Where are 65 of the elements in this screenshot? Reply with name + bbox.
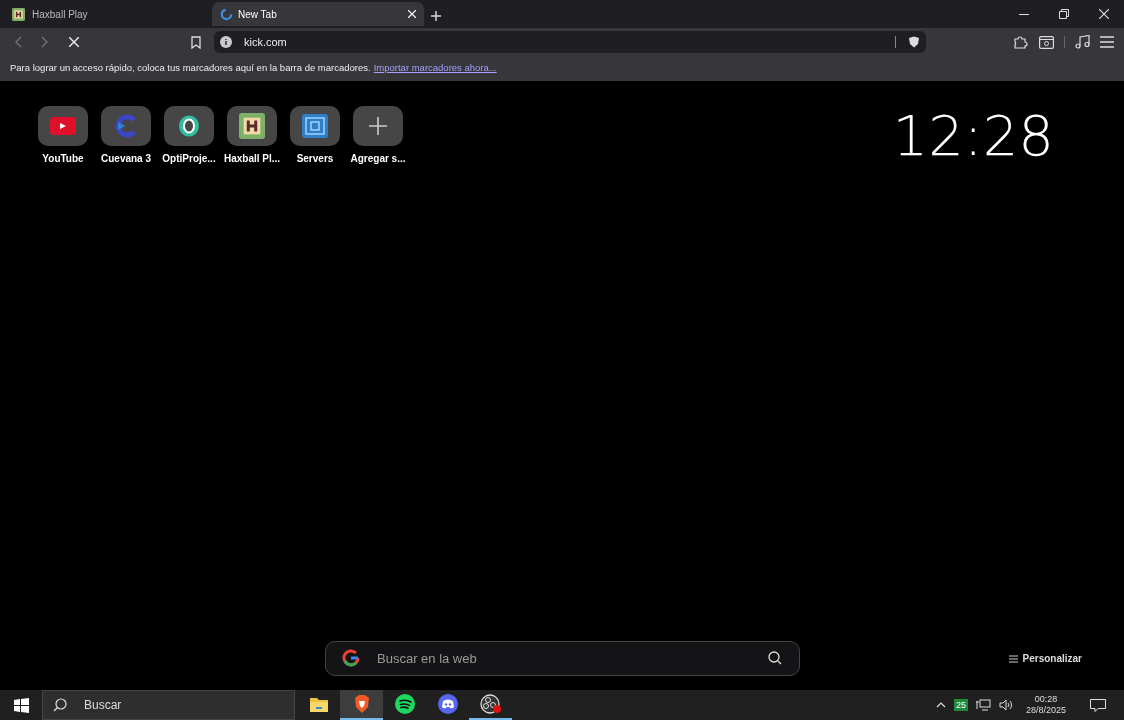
menu-icon[interactable]: [1100, 36, 1114, 48]
spotify-icon: [394, 694, 415, 714]
close-icon: [69, 37, 79, 47]
o-logo-icon: [177, 114, 201, 138]
bookmark-button[interactable]: [188, 34, 204, 50]
search-icon: [53, 698, 67, 712]
stop-button[interactable]: [66, 34, 82, 50]
google-icon: [342, 649, 360, 667]
shortcut-tile[interactable]: [353, 106, 403, 146]
puzzle-icon[interactable]: [1013, 35, 1029, 49]
windows-logo-icon: [13, 697, 29, 713]
clock-time: 00:28: [1034, 694, 1058, 705]
sliders-icon: [1008, 654, 1018, 663]
shortcut-label[interactable]: OptiProje...: [162, 151, 216, 166]
shortcut-label[interactable]: Cuevana 3: [101, 151, 151, 166]
recorder-icon: [479, 694, 502, 714]
address-bar[interactable]: kick.com: [214, 31, 926, 53]
customize-button[interactable]: Personalizar: [1008, 651, 1124, 666]
import-bookmarks-link[interactable]: Importar marcadores ahora...: [373, 61, 497, 76]
close-icon[interactable]: [408, 10, 416, 18]
close-icon: [1099, 9, 1109, 19]
h-logo-icon: [12, 7, 25, 21]
shortcut-label[interactable]: Servers: [296, 151, 334, 166]
shortcut-label[interactable]: Haxball Pl...: [223, 151, 281, 166]
clock: 12:28: [892, 106, 1055, 166]
clock-date: 28/8/2025: [1025, 705, 1066, 716]
shortcut-tile[interactable]: [101, 106, 151, 146]
plus-icon: [431, 11, 441, 21]
tray-badge[interactable]: 25: [953, 699, 968, 711]
h-logo-icon: [239, 113, 265, 139]
back-icon: [14, 36, 22, 48]
search-icon[interactable]: [768, 651, 782, 665]
info-icon: [220, 36, 232, 48]
minimize-icon: [1019, 13, 1029, 15]
forward-icon: [40, 36, 48, 48]
shortcut-tile[interactable]: [164, 106, 214, 146]
music-icon[interactable]: [1075, 35, 1090, 49]
shortcut-label[interactable]: Agregar s...: [350, 151, 406, 166]
c-logo-icon: [114, 114, 138, 138]
shortcut-tile[interactable]: [227, 106, 277, 146]
taskbar-app-button[interactable]: [340, 690, 383, 720]
shortcut-tile[interactable]: [38, 106, 88, 146]
browser-tab[interactable]: New Tab: [212, 2, 424, 26]
url-text: kick.com: [244, 34, 288, 50]
taskbar-search-field[interactable]: Buscar: [42, 690, 295, 720]
lion-icon: [353, 695, 370, 713]
network-icon[interactable]: [975, 699, 991, 711]
chevron-up-icon[interactable]: [935, 702, 946, 708]
browser-tab[interactable]: Haxball Play: [0, 2, 212, 26]
bookmark-icon: [191, 35, 201, 49]
web-search-field[interactable]: Buscar en la web: [325, 641, 800, 676]
shortcut-tile[interactable]: [290, 106, 340, 146]
bookmarks-message: Para lograr un acceso rápido, coloca tus marcadores aquí en la barra de marcadores.: [10, 61, 371, 76]
restore-icon: [1059, 9, 1069, 19]
notification-icon[interactable]: [1090, 698, 1106, 712]
play-icon: [50, 117, 76, 135]
lion-shield-icon[interactable]: [908, 36, 920, 48]
folder-icon: [309, 696, 328, 712]
frame-icon: [302, 114, 328, 138]
speaker-icon[interactable]: [998, 699, 1014, 711]
discord-icon: [437, 694, 458, 714]
loading-spinner-icon: [220, 7, 233, 21]
shortcut-label[interactable]: YouTube: [42, 151, 84, 166]
plus-icon: [369, 117, 387, 135]
window-search-icon[interactable]: [1039, 35, 1054, 49]
